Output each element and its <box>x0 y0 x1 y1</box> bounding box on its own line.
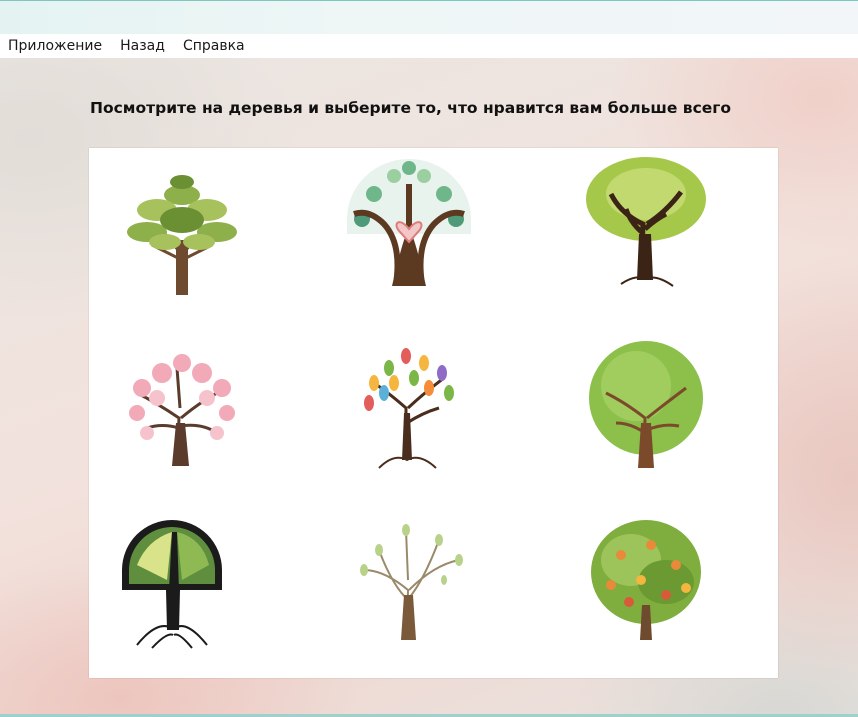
tree-option-heart-trunk[interactable] <box>344 154 474 294</box>
tree-option-round-green[interactable] <box>581 338 711 478</box>
green-leafy-tree-icon <box>127 175 237 295</box>
tree-option-fruit[interactable] <box>581 510 711 650</box>
swirl-branch-tree-icon <box>586 157 706 287</box>
menu-bar: Приложение Назад Справка <box>0 34 858 58</box>
tree-option-stained-glass[interactable] <box>117 510 247 650</box>
menu-item-help[interactable]: Справка <box>174 34 254 58</box>
tree-option-cherry-blossom[interactable] <box>117 338 247 478</box>
fruit-tree-icon <box>591 520 701 640</box>
main-content: Посмотрите на деревья и выберите то, что… <box>0 58 858 717</box>
bare-sparse-tree-icon <box>360 524 463 640</box>
tree-option-green-leafy[interactable] <box>117 160 247 300</box>
stained-glass-tree-icon <box>122 520 222 649</box>
menu-item-back[interactable]: Назад <box>111 34 174 58</box>
heart-trunk-tree-icon <box>347 159 471 286</box>
tree-choice-panel <box>89 148 778 678</box>
cherry-blossom-tree-icon <box>129 354 235 466</box>
round-green-tree-icon <box>589 341 703 468</box>
tree-option-swirl-branch[interactable] <box>581 154 711 294</box>
colorful-leaves-tree-icon <box>364 348 454 469</box>
question-heading: Посмотрите на деревья и выберите то, что… <box>90 99 732 117</box>
menu-item-app[interactable]: Приложение <box>0 34 111 58</box>
window-title-bar <box>0 0 858 34</box>
tree-option-bare-sparse[interactable] <box>344 510 474 650</box>
tree-option-colorful-leaves[interactable] <box>344 338 474 478</box>
